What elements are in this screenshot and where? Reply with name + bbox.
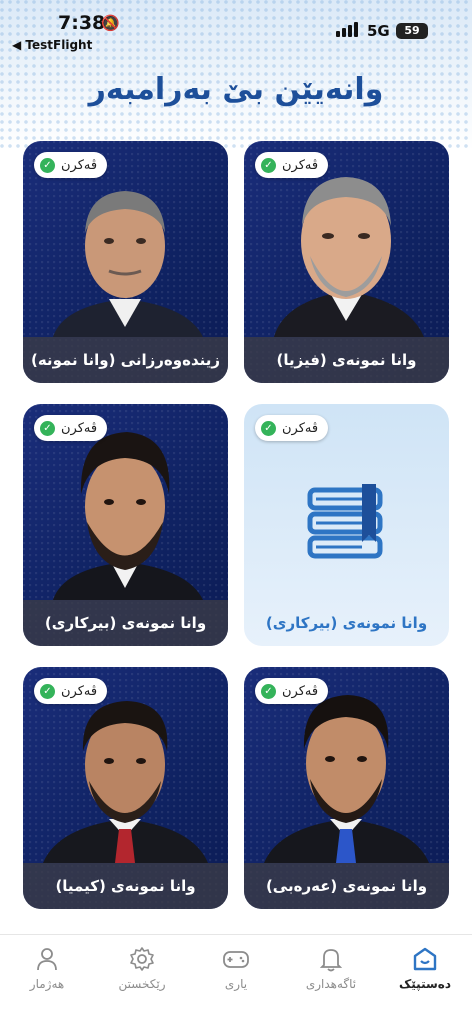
badge-label: ڤەکرن [282,157,319,173]
lesson-card-math[interactable]: ✓ ڤەکرن وانا نمونەی (بیرکاری) [23,404,228,646]
tab-settings[interactable]: رێکخستن [95,945,189,991]
tab-label: دەستپێک [398,977,452,991]
open-badge: ✓ ڤەکرن [34,152,108,178]
lesson-card-math-book[interactable]: ✓ ڤەکرن وانا نمونەی (بیرکاری) [244,404,449,646]
card-caption: وانا نمونەی (کیمیا) [23,863,228,909]
signal-icon [336,22,358,37]
user-icon [0,945,94,973]
back-to-testflight-link[interactable]: ◀ TestFlight [12,38,92,52]
bell-icon [284,945,378,973]
check-icon: ✓ [40,683,55,699]
badge-label: ڤەکرن [282,683,319,699]
open-badge: ✓ ڤەکرن [255,415,329,441]
open-badge: ✓ ڤەکرن [255,152,329,178]
card-caption: وانا نمونەی (فیزیا) [244,337,449,383]
badge-label: ڤەکرن [61,683,98,699]
tab-label: یاری [224,977,248,991]
check-icon: ✓ [261,420,276,436]
badge-label: ڤەکرن [61,420,98,436]
open-badge: ✓ ڤەکرن [34,415,108,441]
tab-account[interactable]: هەژمار [0,945,94,991]
network-type: 5G [367,22,390,40]
page-title: وانەیێن بێ بەرامبەر [88,72,384,107]
tab-label: ئاگەهداری [305,977,357,991]
lesson-card-arabic[interactable]: ✓ ڤەکرن وانا نمونەی (عەرەبی) [244,667,449,909]
card-caption: وانا نمونەی (بیرکاری) [23,600,228,646]
home-icon [378,945,472,973]
tab-label: هەژمار [29,977,65,991]
open-badge: ✓ ڤەکرن [255,678,329,704]
check-icon: ✓ [40,420,55,436]
bell-muted-icon: 🔕 [101,14,120,32]
badge-label: ڤەکرن [61,157,98,173]
tab-home[interactable]: دەستپێک [378,945,472,991]
tab-notifications[interactable]: ئاگەهداری [284,945,378,991]
card-caption: وانا نمونەی (بیرکاری) [265,614,428,632]
lesson-card-physics[interactable]: ✓ ڤەکرن وانا نمونەی (فیزیا) [244,141,449,383]
tab-label: رێکخستن [118,977,166,991]
battery-icon: 59 [396,23,428,39]
badge-label: ڤەکرن [282,420,319,436]
open-badge: ✓ ڤەکرن [34,678,108,704]
book-stack-icon [307,484,383,559]
card-caption: زیندەوەرزانی (وانا نمونە) [23,337,228,383]
card-caption: وانا نمونەی (عەرەبی) [244,863,449,909]
status-bar: 7:38 🔕 ◀ TestFlight 5G 59 [0,0,472,56]
check-icon: ✓ [261,157,276,173]
status-time: 7:38 [58,12,106,34]
bottom-tab-bar: دەستپێک ئاگەهداری یاری رێکخستن هەژمار [0,934,472,1025]
lesson-card-biology[interactable]: ✓ ڤەکرن زیندەوەرزانی (وانا نمونە) [23,141,228,383]
check-icon: ✓ [40,157,55,173]
lesson-card-chemistry[interactable]: ✓ ڤەکرن وانا نمونەی (کیمیا) [23,667,228,909]
gear-icon [95,945,189,973]
check-icon: ✓ [261,683,276,699]
tab-games[interactable]: یاری [189,945,283,991]
gamepad-icon [189,945,283,973]
